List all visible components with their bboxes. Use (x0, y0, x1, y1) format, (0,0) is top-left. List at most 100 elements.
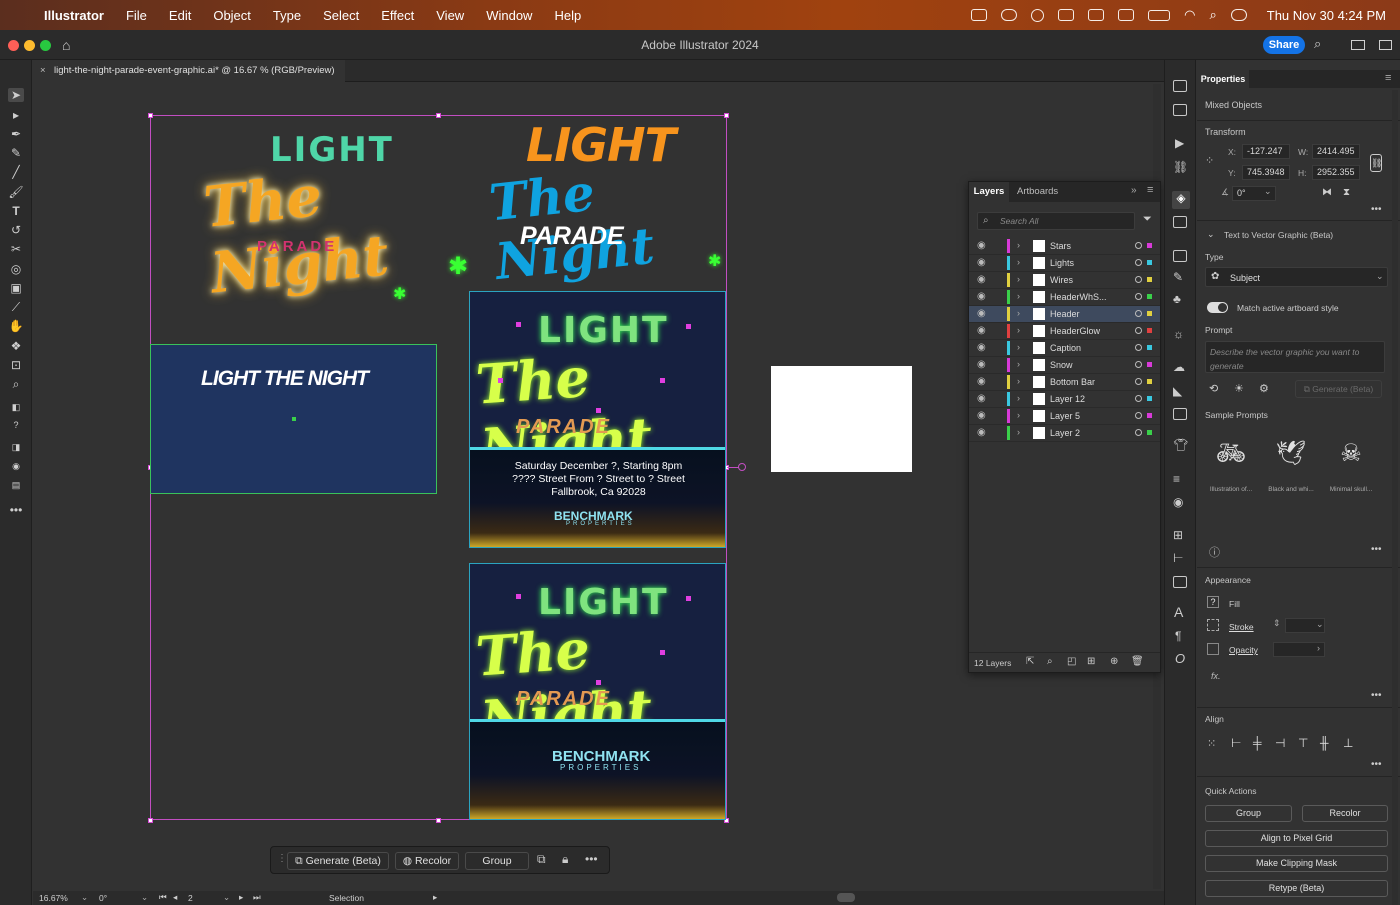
artboard-number-field[interactable]: 2 (188, 893, 193, 903)
lock-icon[interactable]: 🔒︎ (562, 852, 568, 867)
share-button[interactable]: Share (1263, 36, 1305, 54)
layer-name[interactable]: Layer 2 (1050, 428, 1080, 438)
make-clipping-mask-button[interactable]: Make Clipping Mask (1205, 855, 1388, 872)
layer-name[interactable]: Wires (1050, 275, 1073, 285)
document-tab[interactable]: × light-the-night-parade-event-graphic.a… (32, 60, 345, 82)
x-position-field[interactable]: -127.247 (1242, 144, 1290, 159)
next-artboard-icon[interactable]: ▸ (239, 892, 243, 903)
pen-tool-icon[interactable]: ✒ (8, 127, 24, 141)
screen-icon[interactable] (1118, 9, 1135, 21)
align-pixel-grid-button[interactable]: Align to Pixel Grid (1205, 830, 1388, 847)
rotation-dropdown-icon[interactable]: ⌄ (141, 892, 148, 903)
info-icon[interactable]: ⓘ (1209, 544, 1220, 560)
layer-row[interactable]: ◉ › Snow (969, 357, 1160, 374)
target-circle-icon[interactable] (1135, 293, 1142, 300)
sample-bike-thumb[interactable]: 🚲︎ (1205, 428, 1257, 480)
layer-name[interactable]: Snow (1050, 360, 1073, 370)
stroke-label[interactable]: Stroke (1229, 622, 1254, 632)
pathfinder-panel-icon[interactable] (1173, 576, 1187, 588)
menu-clock[interactable]: Thu Nov 30 4:24 PM (1267, 8, 1386, 23)
selection-square[interactable] (1147, 362, 1152, 367)
expand-chevron-icon[interactable]: › (1017, 240, 1020, 250)
expand-chevron-icon[interactable]: › (1017, 410, 1020, 420)
layer-row[interactable]: ◉ › HeaderWhS... (969, 289, 1160, 306)
transform-panel-icon[interactable]: ⊞ (1173, 528, 1183, 542)
selection-square[interactable] (1147, 294, 1152, 299)
height-field[interactable]: 2952.355 (1312, 165, 1360, 180)
last-artboard-icon[interactable]: ⏭ (253, 892, 261, 903)
status-menu-icon[interactable]: ▸ (433, 892, 437, 903)
expand-chevron-icon[interactable]: › (1017, 427, 1020, 437)
opentype-icon[interactable]: O (1175, 651, 1185, 666)
layer-name[interactable]: Stars (1050, 241, 1071, 251)
artboard-dropdown-icon[interactable]: ⌄ (223, 892, 230, 903)
stroke-swatch-icon[interactable] (1207, 619, 1219, 631)
layer-row[interactable]: ◉ › Layer 2 (969, 425, 1160, 442)
visibility-eye-icon[interactable]: ◉ (977, 240, 986, 251)
generate-beta-prompt-button[interactable]: ⧉ Generate (Beta) (1295, 380, 1382, 398)
export-icon[interactable]: ⇱ (1026, 656, 1034, 667)
transparency-icon[interactable] (1173, 408, 1187, 420)
recolor-button[interactable]: ◍ Recolor (395, 852, 459, 870)
artboards-panel-icon[interactable] (1173, 216, 1187, 228)
stroke-panel-icon[interactable]: ≡ (1173, 472, 1180, 486)
align-vcenter-icon[interactable]: ╫ (1320, 736, 1329, 750)
gradient-panel-icon[interactable]: ◣ (1173, 384, 1182, 398)
visibility-eye-icon[interactable]: ◉ (977, 257, 986, 268)
generate-beta-button[interactable]: ⧉ Generate (Beta) (287, 852, 389, 870)
stroke-stepper-icon[interactable]: ⇕ (1273, 618, 1281, 629)
resize-handle[interactable] (148, 113, 153, 118)
collapse-section-icon[interactable]: ⌄ (1207, 229, 1215, 240)
horizontal-scrollbar-thumb[interactable] (837, 893, 855, 902)
resize-handle[interactable] (724, 113, 729, 118)
match-style-toggle[interactable] (1207, 302, 1228, 313)
expand-chevron-icon[interactable]: › (1017, 274, 1020, 284)
flip-vertical-icon[interactable]: ⧗ (1343, 187, 1350, 198)
rotate-handle[interactable] (738, 463, 746, 471)
artboard-tool-icon[interactable]: ⊡ (8, 358, 24, 372)
fx-button[interactable]: fx. (1211, 671, 1221, 681)
target-circle-icon[interactable] (1135, 361, 1142, 368)
properties-scrollbar[interactable] (1392, 90, 1398, 905)
color-none-icon[interactable]: ◨ (8, 440, 24, 454)
target-circle-icon[interactable] (1135, 344, 1142, 351)
menu-help[interactable]: Help (554, 8, 581, 23)
libraries-icon[interactable] (1173, 80, 1187, 92)
align-hcenter-icon[interactable]: ╪ (1253, 736, 1262, 750)
selection-square[interactable] (1147, 243, 1152, 248)
links-icon[interactable]: ⛓ (1173, 160, 1188, 174)
snowflake-icon[interactable]: ✱ (708, 251, 721, 271)
close-tab-icon[interactable]: × (40, 60, 46, 82)
scissors-tool-icon[interactable]: ✂ (8, 242, 24, 256)
sample-skull-thumb[interactable]: ☠︎ (1325, 428, 1377, 480)
battery-icon[interactable] (1148, 9, 1171, 21)
fill-stroke-icon[interactable]: ◧ (8, 400, 24, 414)
prompt-textarea[interactable]: Describe the vector graphic you want to … (1205, 341, 1385, 373)
banner-artboard[interactable]: LIGHT THE NIGHT (150, 344, 437, 494)
panel-menu-icon[interactable]: ≡ (1147, 184, 1153, 196)
target-circle-icon[interactable] (1135, 429, 1142, 436)
zoom-level-field[interactable]: 16.67% (39, 893, 68, 903)
tab-layers[interactable]: Layers (969, 182, 1009, 202)
rotation-field[interactable]: 0° (99, 893, 107, 903)
layer-name[interactable]: Layer 5 (1050, 411, 1080, 421)
align-panel-icon[interactable]: ⊢ (1173, 551, 1183, 565)
align-left-icon[interactable]: ⊢ (1231, 736, 1241, 750)
opacity-label[interactable]: Opacity (1229, 645, 1258, 655)
rotate-tool-icon[interactable]: ↺ (8, 223, 24, 237)
layer-name[interactable]: HeaderGlow (1050, 326, 1100, 336)
symbols-icon[interactable]: ♣ (1173, 292, 1181, 306)
flip-horizontal-icon[interactable]: ⧓ (1322, 187, 1332, 198)
reference-point-icon[interactable]: ⁘ (1205, 154, 1214, 167)
layer-name[interactable]: Lights (1050, 258, 1074, 268)
direct-selection-tool-icon[interactable]: ▸ (8, 108, 24, 122)
creative-cloud-icon[interactable] (971, 9, 988, 21)
more-options-icon[interactable]: ••• (585, 852, 598, 866)
layers-panel-icon[interactable]: ◈ (1172, 191, 1190, 209)
layer-row[interactable]: ◉ › Layer 5 (969, 408, 1160, 425)
zoom-dropdown-icon[interactable]: ⌄ (81, 892, 88, 903)
opacity-arrow-icon[interactable]: › (1317, 643, 1320, 653)
align-more-icon[interactable]: ••• (1371, 759, 1382, 770)
selection-square[interactable] (1147, 413, 1152, 418)
color-mode-icon[interactable]: ? (8, 418, 24, 432)
